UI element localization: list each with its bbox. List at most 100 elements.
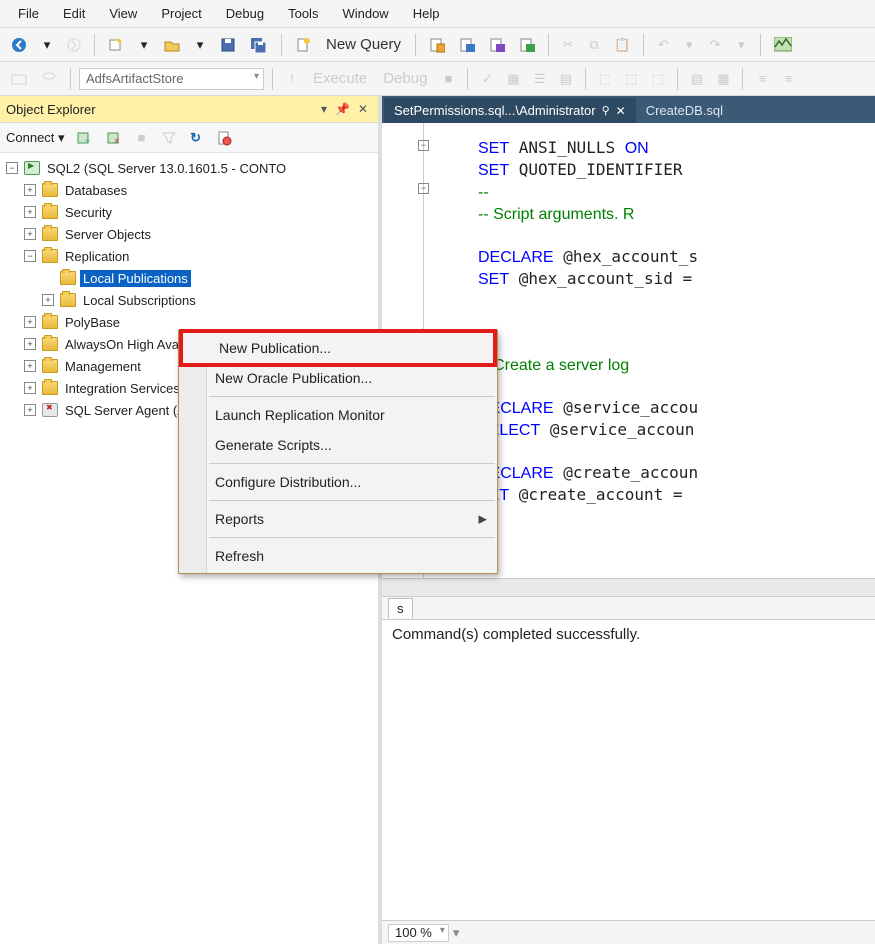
tree-server-objects[interactable]: + Server Objects xyxy=(2,223,376,245)
database-combo[interactable]: AdfsArtifactStore xyxy=(79,68,264,90)
tree-local-publications[interactable]: Local Publications xyxy=(2,267,376,289)
execute-button: Execute xyxy=(307,68,373,89)
folder-icon xyxy=(42,337,58,351)
menu-project[interactable]: Project xyxy=(149,2,213,25)
activity-monitor-icon[interactable] xyxy=(769,34,797,56)
folder-icon xyxy=(42,249,58,263)
expand-icon[interactable]: + xyxy=(24,360,36,372)
pin-icon[interactable]: ⚲ xyxy=(602,104,610,117)
panel-options[interactable]: ▾ xyxy=(317,100,331,118)
tree-root[interactable]: − SQL2 (SQL Server 13.0.1601.5 - CONTO xyxy=(2,157,376,179)
zoom-combo[interactable]: 100 % xyxy=(388,924,449,942)
expand-icon[interactable]: + xyxy=(24,404,36,416)
disconnect-server-icon[interactable]: × xyxy=(101,127,127,149)
tree-databases[interactable]: + Databases xyxy=(2,179,376,201)
nav-fwd-button xyxy=(62,34,86,56)
outline-collapse-icon[interactable]: − xyxy=(418,140,429,151)
available-db-icon xyxy=(36,68,62,90)
menu-view[interactable]: View xyxy=(97,2,149,25)
script-icon[interactable] xyxy=(211,127,237,149)
new-query-icon[interactable] xyxy=(290,34,316,56)
expand-icon[interactable]: + xyxy=(24,382,36,394)
ctx-refresh[interactable]: Refresh xyxy=(179,541,497,571)
change-connection-icon xyxy=(6,68,32,90)
menu-debug[interactable]: Debug xyxy=(214,2,276,25)
panel-title-text: Object Explorer xyxy=(6,102,96,117)
menu-edit[interactable]: Edit xyxy=(51,2,97,25)
zoom-dd[interactable]: ▾ xyxy=(453,925,460,941)
ctx-generate-scripts[interactable]: Generate Scripts... xyxy=(179,430,497,460)
tab-setpermissions[interactable]: SetPermissions.sql...\Administrator ⚲ ✕ xyxy=(384,98,636,123)
toolbar-standard: ▾ ▾ ▾ New Query ✂ ⧉ 📋 ↶ ▾ ↷ ▾ xyxy=(0,28,875,62)
refresh-icon[interactable]: ↻ xyxy=(185,127,207,149)
ctx-reports[interactable]: Reports▶ xyxy=(179,504,497,534)
open-button[interactable] xyxy=(159,34,185,56)
dmx-query-icon[interactable] xyxy=(484,34,510,56)
redo-dd: ▾ xyxy=(730,34,752,56)
results-grid-icon: ▦ xyxy=(712,68,734,90)
tree-replication[interactable]: − Replication xyxy=(2,245,376,267)
outline-collapse-icon[interactable]: − xyxy=(418,183,429,194)
menubar: File Edit View Project Debug Tools Windo… xyxy=(0,0,875,28)
folder-icon xyxy=(42,359,58,373)
selected-tree-item[interactable]: Local Publications xyxy=(80,270,191,287)
close-panel-icon[interactable]: ✕ xyxy=(354,100,372,118)
connect-button[interactable]: Connect ▾ xyxy=(6,130,67,146)
menu-tools[interactable]: Tools xyxy=(276,2,330,25)
connect-server-icon[interactable]: + xyxy=(71,127,97,149)
menu-file[interactable]: File xyxy=(6,2,51,25)
nav-back-dd[interactable]: ▾ xyxy=(36,34,58,56)
folder-icon xyxy=(42,381,58,395)
context-menu: New Publication... New Oracle Publicatio… xyxy=(178,330,498,574)
filter-icon xyxy=(157,127,181,149)
ctx-new-publication[interactable]: New Publication... xyxy=(179,329,497,367)
ctx-configure-distribution[interactable]: Configure Distribution... xyxy=(179,467,497,497)
menu-window[interactable]: Window xyxy=(330,2,400,25)
expand-icon[interactable]: + xyxy=(24,316,36,328)
redo-icon: ↷ xyxy=(704,34,726,56)
close-tab-icon[interactable]: ✕ xyxy=(616,104,626,118)
expand-icon[interactable]: + xyxy=(24,338,36,350)
submenu-arrow-icon: ▶ xyxy=(479,513,487,526)
include-client-stats-icon: ⬚ xyxy=(647,68,669,90)
svg-text:+: + xyxy=(85,136,90,146)
expand-icon[interactable]: + xyxy=(24,228,36,240)
cut-icon: ✂ xyxy=(557,34,579,56)
uncomment-icon: ≡ xyxy=(777,68,799,90)
toolbar-sql-editor: AdfsArtifactStore ! Execute Debug ■ ✓ ▦ … xyxy=(0,62,875,96)
new-project-button[interactable] xyxy=(103,34,129,56)
collapse-icon[interactable]: − xyxy=(24,250,36,262)
xmla-query-icon[interactable] xyxy=(514,34,540,56)
pin-icon[interactable]: 📌 xyxy=(331,100,354,118)
horizontal-scrollbar[interactable] xyxy=(382,578,875,596)
open-dd[interactable]: ▾ xyxy=(189,34,211,56)
nav-back-button[interactable] xyxy=(6,34,32,56)
folder-icon xyxy=(60,293,76,307)
ctx-new-oracle-publication[interactable]: New Oracle Publication... xyxy=(179,363,497,393)
mdx-query-icon[interactable] xyxy=(454,34,480,56)
folder-icon xyxy=(60,271,76,285)
messages-pane[interactable]: Command(s) completed successfully. xyxy=(382,620,875,920)
new-project-dd[interactable]: ▾ xyxy=(133,34,155,56)
messages-tab[interactable]: s xyxy=(388,598,413,618)
folder-icon xyxy=(42,183,58,197)
estimated-plan-icon: ▦ xyxy=(502,68,524,90)
save-button[interactable] xyxy=(215,34,241,56)
expand-icon[interactable]: + xyxy=(24,184,36,196)
tab-createdb[interactable]: CreateDB.sql xyxy=(636,98,733,123)
tree-local-subscriptions[interactable]: + Local Subscriptions xyxy=(2,289,376,311)
ctx-launch-monitor[interactable]: Launch Replication Monitor xyxy=(179,400,497,430)
save-all-button[interactable] xyxy=(245,34,273,56)
expand-icon[interactable]: + xyxy=(24,206,36,218)
new-query-button[interactable]: New Query xyxy=(320,34,407,55)
stop-icon: ■ xyxy=(131,127,153,149)
status-zoom-bar: 100 % ▾ xyxy=(382,920,875,944)
expand-icon[interactable]: + xyxy=(42,294,54,306)
menu-help[interactable]: Help xyxy=(401,2,452,25)
collapse-icon[interactable]: − xyxy=(6,162,18,174)
root-label[interactable]: SQL2 (SQL Server 13.0.1601.5 - CONTO xyxy=(44,160,289,177)
output-tabstrip: s xyxy=(382,596,875,620)
tree-security[interactable]: + Security xyxy=(2,201,376,223)
undo-dd: ▾ xyxy=(678,34,700,56)
db-engine-query-icon[interactable] xyxy=(424,34,450,56)
